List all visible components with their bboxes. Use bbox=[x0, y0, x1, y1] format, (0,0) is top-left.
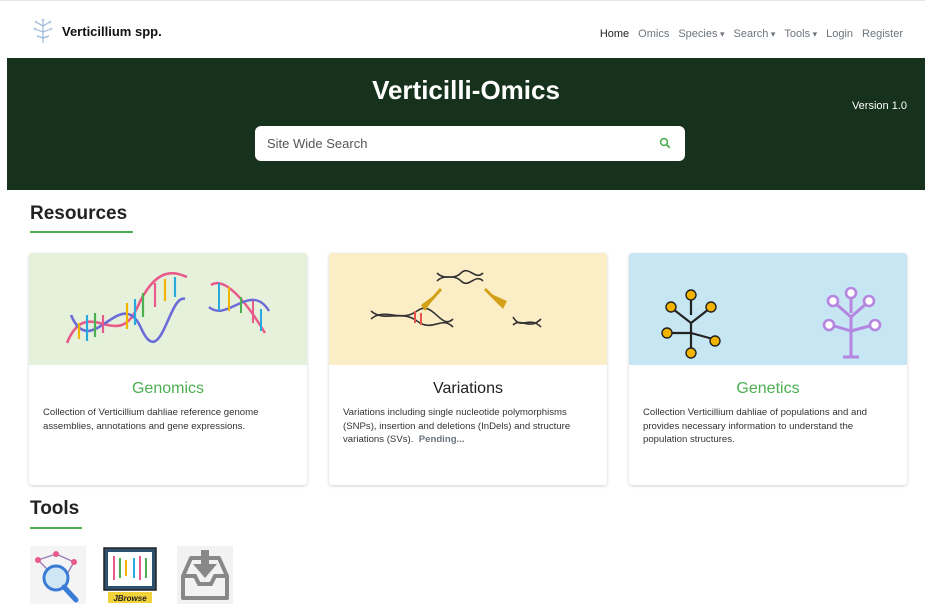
navbar: Verticillium spp. Home Omics Species Sea… bbox=[0, 0, 925, 58]
brand-name: Verticillium spp. bbox=[62, 23, 162, 39]
nav-search-dropdown[interactable]: Search bbox=[734, 28, 776, 40]
download-tray-icon[interactable] bbox=[177, 546, 233, 604]
main-nav: Home Omics Species Search Tools Login Re… bbox=[600, 28, 903, 40]
genomics-title[interactable]: Genomics bbox=[29, 380, 307, 398]
jbrowse-caption: JBrowse bbox=[113, 594, 147, 603]
resources-underline bbox=[30, 231, 133, 233]
jbrowse-icon[interactable]: JBrowse bbox=[102, 546, 158, 604]
variations-status: Pending... bbox=[418, 434, 465, 445]
tools-heading: Tools bbox=[30, 498, 80, 519]
hero-banner: Verticilli-Omics Version 1.0 bbox=[7, 58, 925, 190]
nav-tools-dropdown[interactable]: Tools bbox=[784, 28, 817, 40]
nav-login[interactable]: Login bbox=[826, 28, 853, 40]
variations-description-block: Variations including single nucleotide p… bbox=[343, 406, 595, 447]
genetics-title[interactable]: Genetics bbox=[629, 380, 907, 398]
variations-card[interactable]: Variations Variations including single n… bbox=[329, 253, 607, 485]
site-search-input[interactable] bbox=[267, 126, 647, 161]
nav-species-dropdown[interactable]: Species bbox=[678, 28, 724, 40]
dna-variation-icon bbox=[329, 253, 607, 365]
genetics-description: Collection Verticillium dahliae of popul… bbox=[643, 407, 867, 445]
genetics-card[interactable]: Genetics Collection Verticillium dahliae… bbox=[629, 253, 907, 485]
network-search-icon[interactable] bbox=[30, 546, 86, 604]
site-title: Verticilli-Omics bbox=[372, 75, 560, 105]
genomics-description: Collection of Verticillium dahliae refer… bbox=[43, 407, 259, 432]
resources-heading: Resources bbox=[30, 203, 128, 224]
genomics-card[interactable]: Genomics Collection of Verticillium dahl… bbox=[29, 253, 307, 485]
nav-omics[interactable]: Omics bbox=[638, 28, 669, 40]
tools-underline bbox=[30, 527, 82, 529]
brand[interactable]: Verticillium spp. bbox=[32, 18, 162, 44]
version-label: Version 1.0 bbox=[851, 100, 907, 112]
nav-register[interactable]: Register bbox=[862, 28, 903, 40]
site-search-box bbox=[255, 126, 685, 161]
variations-title[interactable]: Variations bbox=[329, 380, 607, 398]
population-tree-icon bbox=[629, 253, 907, 365]
dna-helix-icon bbox=[29, 253, 307, 365]
nav-home[interactable]: Home bbox=[600, 28, 629, 40]
search-icon[interactable] bbox=[659, 137, 671, 149]
verticillium-logo-icon bbox=[33, 18, 53, 43]
